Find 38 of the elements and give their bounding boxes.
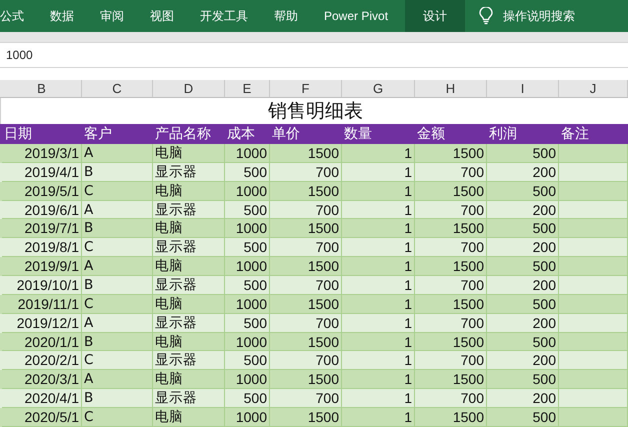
ribbon-tab[interactable]: 公式: [0, 0, 37, 32]
ribbon-tab[interactable]: 审阅: [87, 0, 137, 32]
column-header[interactable]: B: [2, 80, 82, 97]
column-header[interactable]: G: [342, 80, 415, 97]
table-cell: 500: [487, 408, 559, 427]
ribbon-tab[interactable]: Power Pivot: [311, 0, 402, 32]
column-header[interactable]: J: [559, 80, 628, 97]
ribbon-tab[interactable]: 视图: [137, 0, 187, 32]
ribbon-tab[interactable]: 帮助: [261, 0, 311, 32]
column-heading: 产品名称: [154, 125, 212, 144]
column-heading: 金额: [416, 125, 446, 144]
tell-me-search[interactable]: 操作说明搜索: [465, 0, 576, 32]
lightbulb-icon: [479, 7, 494, 25]
table-cell: C: [82, 408, 153, 427]
formula-bar[interactable]: 1000: [0, 42, 628, 68]
sheet-title: 销售明细表: [267, 99, 364, 124]
table-cell: 电脑: [153, 408, 225, 427]
column-heading: 客户: [83, 125, 113, 144]
column-heading: 备注: [560, 125, 590, 144]
column-header[interactable]: H: [415, 80, 487, 97]
ribbon-tab[interactable]: 开发工具: [187, 0, 261, 32]
table-cell: 1: [342, 408, 415, 427]
column-header[interactable]: E: [225, 80, 270, 97]
column-header[interactable]: F: [270, 80, 342, 97]
column-header[interactable]: I: [487, 80, 559, 97]
column-header[interactable]: D: [153, 80, 225, 97]
column-heading: 单价: [271, 125, 301, 144]
table-cell: 1000: [225, 408, 270, 427]
table-cell: 1500: [415, 408, 487, 427]
ribbon-tab[interactable]: 设计: [405, 0, 466, 32]
column-heading: 数量: [343, 125, 373, 144]
ribbon-tab[interactable]: 数据: [37, 0, 87, 32]
column-header[interactable]: C: [82, 80, 153, 97]
column-heading: 成本: [226, 125, 256, 144]
column-heading: 利润: [488, 125, 518, 144]
column-heading: 日期: [3, 125, 33, 144]
table-cell: 2020/5/1: [2, 408, 82, 427]
table-cell: 1500: [270, 408, 342, 427]
